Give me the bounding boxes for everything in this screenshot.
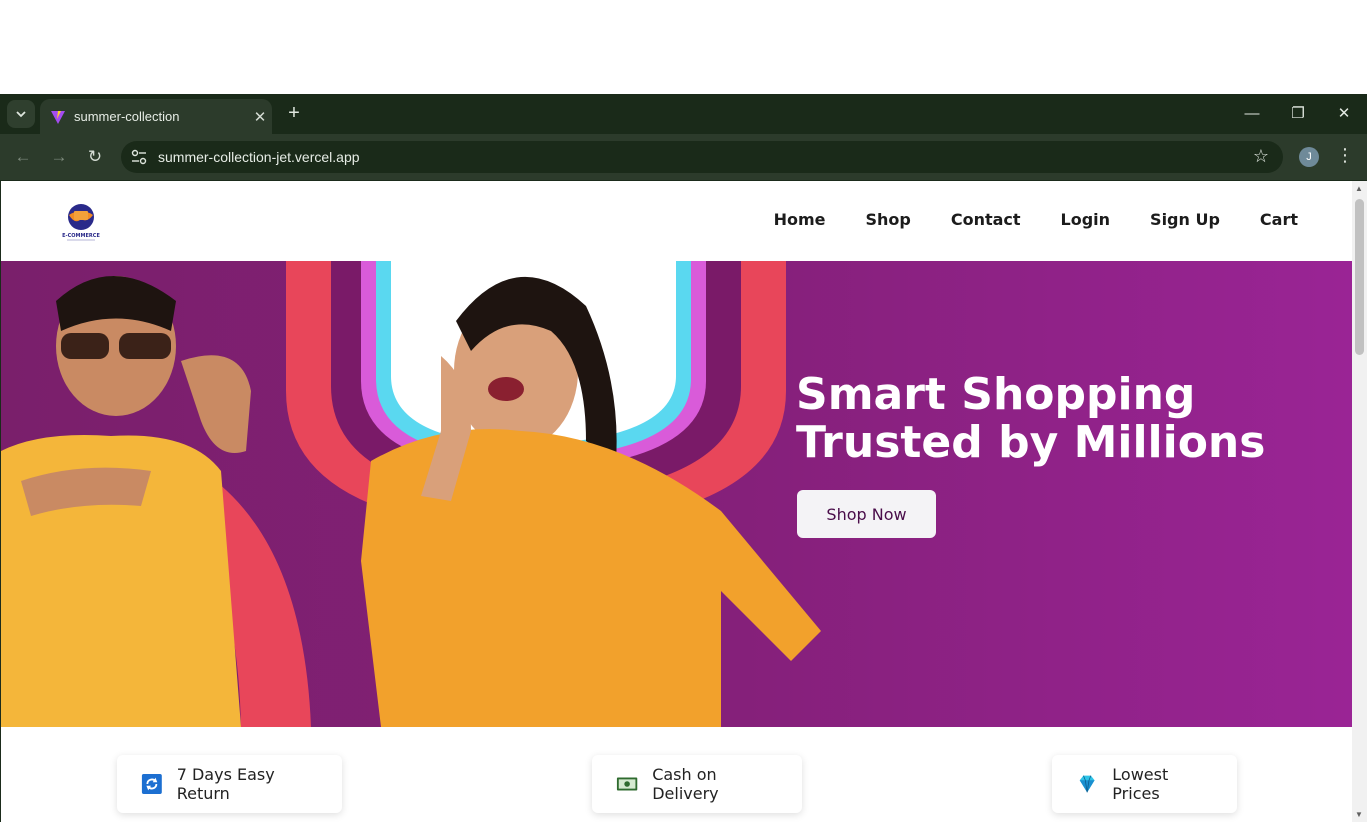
feature-cash-on-delivery: Cash on Delivery [592, 755, 802, 813]
scroll-up-arrow-icon[interactable]: ▲ [1355, 184, 1363, 193]
close-window-button[interactable]: ✕ [1332, 102, 1356, 126]
site-info-icon[interactable] [130, 148, 148, 166]
vite-favicon-icon [51, 110, 65, 124]
chevron-down-icon [16, 111, 26, 118]
ecommerce-logo[interactable]: E-COMMERCE [59, 201, 103, 243]
browser-window: summer-collection ✕ + — ❐ ✕ ← → ↻ summer… [0, 94, 1367, 822]
address-bar[interactable]: summer-collection-jet.vercel.app ☆ [121, 141, 1283, 173]
scroll-down-arrow-icon[interactable]: ▼ [1355, 810, 1363, 819]
page-scrollbar[interactable]: ▲ ▼ [1352, 181, 1367, 822]
nav-contact[interactable]: Contact [951, 210, 1021, 229]
restore-button[interactable]: ❐ [1286, 102, 1310, 126]
tab-title: summer-collection [74, 109, 180, 124]
feature-cash-on-delivery-label: Cash on Delivery [652, 765, 719, 803]
nav-shop[interactable]: Shop [865, 210, 910, 229]
feature-easy-return-label: 7 Days Easy Return [176, 765, 275, 803]
feature-easy-return: 7 Days Easy Return [117, 755, 342, 813]
tab-search-button[interactable] [7, 100, 35, 128]
tab-bar: summer-collection ✕ + — ❐ ✕ [0, 94, 1367, 134]
desktop-background [0, 0, 1367, 94]
tab-close-icon[interactable]: ✕ [248, 108, 272, 126]
page-viewport: E-COMMERCE Home Shop Contact Login Sign … [1, 181, 1367, 822]
nav-sign-up[interactable]: Sign Up [1150, 210, 1220, 229]
back-button[interactable]: ← [11, 145, 35, 169]
profile-avatar[interactable]: J [1299, 147, 1319, 167]
browser-menu-icon[interactable]: ⋮ [1336, 145, 1354, 166]
browser-tab[interactable]: summer-collection ✕ [40, 99, 272, 134]
nav-cart[interactable]: Cart [1260, 210, 1298, 229]
reload-button[interactable]: ↻ [83, 145, 107, 169]
logo-text: E-COMMERCE [62, 233, 100, 239]
bookmark-star-icon[interactable]: ☆ [1253, 146, 1269, 167]
nav-login[interactable]: Login [1061, 210, 1111, 229]
cash-icon [616, 777, 638, 791]
shop-now-button[interactable]: Shop Now [797, 490, 936, 538]
new-tab-button[interactable]: + [283, 102, 305, 124]
minimize-button[interactable]: — [1240, 102, 1264, 126]
site-header: E-COMMERCE Home Shop Contact Login Sign … [1, 181, 1352, 261]
return-icon [141, 774, 162, 794]
hero-title-line-2: Trusted by Millions [796, 417, 1266, 468]
feature-lowest-prices: Lowest Prices [1052, 755, 1237, 813]
diamond-icon [1079, 775, 1095, 793]
hero-title: Smart Shopping Trusted by Millions [796, 371, 1265, 467]
hero-banner: Smart Shopping Trusted by Millions Shop … [1, 261, 1352, 727]
forward-button[interactable]: → [47, 145, 71, 169]
main-nav: Home Shop Contact Login Sign Up Cart [774, 210, 1298, 229]
hero-image [1, 261, 821, 727]
feature-lowest-prices-label: Lowest Prices [1112, 765, 1169, 803]
features-strip: 7 Days Easy Return Cash on Delivery Lowe… [1, 727, 1352, 822]
scroll-thumb[interactable] [1355, 199, 1364, 355]
url-text: summer-collection-jet.vercel.app [158, 149, 360, 165]
nav-home[interactable]: Home [774, 210, 826, 229]
hero-title-line-1: Smart Shopping [796, 369, 1196, 420]
browser-toolbar: ← → ↻ summer-collection-jet.vercel.app ☆… [0, 134, 1367, 180]
